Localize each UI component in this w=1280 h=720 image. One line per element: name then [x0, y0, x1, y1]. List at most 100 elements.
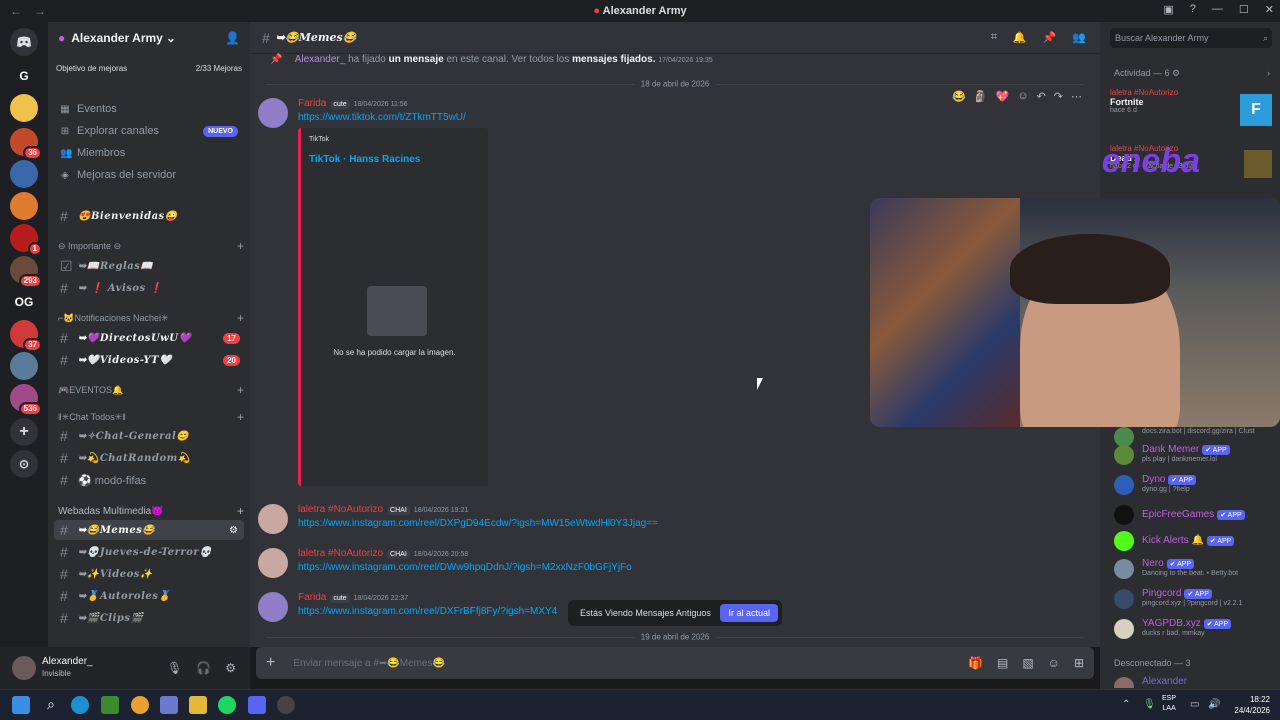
- avatar[interactable]: [258, 548, 288, 578]
- reaction-icon[interactable]: 💖: [996, 90, 1010, 103]
- file-explorer-icon[interactable]: [189, 696, 207, 714]
- avatar[interactable]: [258, 592, 288, 622]
- threads-icon[interactable]: ⌗: [991, 31, 997, 44]
- add-server-icon[interactable]: +: [10, 418, 38, 446]
- username[interactable]: laletra #NoAutorizo: [298, 548, 383, 559]
- server-icon[interactable]: [10, 94, 38, 122]
- username[interactable]: laletra #NoAutorizo: [298, 504, 383, 515]
- add-channel-icon[interactable]: +: [237, 311, 244, 325]
- username[interactable]: Farida: [298, 98, 326, 109]
- add-attachment-icon[interactable]: +: [266, 654, 275, 672]
- chrome-icon[interactable]: [131, 696, 149, 714]
- add-channel-icon[interactable]: +: [237, 410, 244, 424]
- server-g-icon[interactable]: G: [10, 62, 38, 90]
- help-icon[interactable]: ?: [1190, 3, 1196, 16]
- nav-item-browse-channels[interactable]: ⊞ Explorar canales NUEVO: [48, 120, 250, 142]
- category-chat-todos[interactable]: ǁ✳Chat Todos✳ǁ +: [58, 409, 244, 425]
- add-channel-icon[interactable]: +: [237, 383, 244, 397]
- pinned-user[interactable]: Alexander_: [295, 54, 346, 65]
- category-notificaciones[interactable]: ⌐🐱Notificaciones Nachei✳ +: [58, 310, 244, 326]
- add-reaction-icon[interactable]: ☺: [1017, 90, 1028, 103]
- clock[interactable]: 18:22 24/4/2026: [1226, 694, 1270, 716]
- minecraft-icon[interactable]: [101, 696, 119, 714]
- settings-gear-icon[interactable]: ⚙: [225, 661, 236, 675]
- server-icon[interactable]: [10, 192, 38, 220]
- search-input[interactable]: Buscar Alexander Army ⌕: [1110, 28, 1272, 48]
- minimize-icon[interactable]: —: [1212, 3, 1223, 16]
- close-icon[interactable]: ✕: [1265, 3, 1274, 16]
- headphones-icon[interactable]: 🎧: [196, 661, 211, 675]
- inbox-icon[interactable]: ▣: [1163, 3, 1173, 16]
- reaction-icon[interactable]: 🗿: [974, 90, 988, 103]
- discord-home-icon[interactable]: [10, 28, 38, 56]
- member-item[interactable]: Nero ✔ APP Dancing to the beat. • Betty.b…: [1114, 556, 1274, 582]
- language-indicator[interactable]: ESP LAA: [1162, 694, 1176, 714]
- windows-start-icon[interactable]: [12, 696, 30, 714]
- pinned-messages-link[interactable]: mensajes fijados.: [572, 54, 655, 65]
- chevron-right-icon[interactable]: ›: [1267, 68, 1270, 78]
- notification-bell-icon[interactable]: 🔔: [1013, 31, 1027, 44]
- chevron-up-icon[interactable]: ⌃: [1122, 699, 1130, 710]
- sticker-icon[interactable]: ▧: [1022, 656, 1033, 670]
- jump-to-present-button[interactable]: Ir al actual: [720, 604, 778, 622]
- more-options-icon[interactable]: ⋯: [1071, 90, 1082, 103]
- channel-directos[interactable]: # ➥💜DirectosUwU💜 17: [54, 328, 244, 348]
- pin-icon[interactable]: 📌: [1043, 31, 1057, 44]
- gif-icon[interactable]: ▤: [997, 656, 1008, 670]
- message-link[interactable]: https://www.instagram.com/reel/DWw9hpqDd…: [298, 562, 632, 573]
- member-item[interactable]: Kick Alerts 🔔 ✔ APP: [1114, 528, 1274, 554]
- emoji-icon[interactable]: ☺: [1048, 656, 1060, 670]
- member-item[interactable]: Dyno ✔ APP dyno.gg | ?help: [1114, 472, 1274, 498]
- channel-avisos[interactable]: # ➥ ❗ Avisos ❗: [54, 278, 244, 298]
- microphone-icon[interactable]: 🎙: [167, 661, 182, 675]
- category-webadas[interactable]: Webadas Multimedia😈 +: [58, 503, 244, 519]
- server-icon[interactable]: 37: [10, 320, 42, 352]
- reply-icon[interactable]: ↶: [1037, 90, 1046, 103]
- member-item[interactable]: Alexander: [1114, 674, 1274, 688]
- channel-jueves-terror[interactable]: # ➥💀Jueves-de-Terror💀: [54, 542, 244, 562]
- reaction-icon[interactable]: 😂: [952, 90, 966, 103]
- obs-icon[interactable]: [277, 696, 295, 714]
- add-channel-icon[interactable]: +: [237, 239, 244, 253]
- member-list-icon[interactable]: 👥: [1072, 31, 1086, 44]
- nav-item-events[interactable]: ▦ Eventos: [48, 98, 250, 120]
- category-importante[interactable]: ⊖ Importante ⊖ +: [58, 238, 244, 254]
- server-header[interactable]: ● Alexander Army ⌄ 👤: [48, 22, 250, 54]
- avatar[interactable]: [12, 656, 36, 680]
- explore-servers-icon[interactable]: ⊙: [10, 450, 38, 478]
- member-item[interactable]: YAGPDB.xyz ✔ APP ducks r bad, mmkay: [1114, 616, 1274, 642]
- server-icon[interactable]: 1: [10, 224, 42, 256]
- channel-memes[interactable]: # ➥😂Memes😂 ⚙: [54, 520, 244, 540]
- nav-item-server-boost[interactable]: ◈ Mejoras del servidor: [48, 164, 250, 186]
- username[interactable]: Farida: [298, 592, 326, 603]
- channel-autoroles[interactable]: # ➥🥇Autoroles🥇: [54, 586, 244, 606]
- server-og-icon[interactable]: OG: [10, 288, 38, 316]
- server-icon[interactable]: 293: [10, 256, 42, 288]
- gear-icon[interactable]: ⚙: [1172, 68, 1180, 78]
- channel-bienvenidas[interactable]: # 😍Bienvenidas😜: [54, 206, 244, 226]
- member-item[interactable]: Dank Memer ✔ APP pls play | dankmemer.lol: [1114, 442, 1274, 468]
- category-eventos[interactable]: 🎮EVENTOS🔔 +: [58, 382, 244, 398]
- gift-icon[interactable]: 🎁: [968, 656, 983, 670]
- server-icon[interactable]: 536: [10, 384, 42, 416]
- channel-chat-random[interactable]: # ➥💫ChatRandom💫: [54, 448, 244, 468]
- network-icon[interactable]: ▭: [1190, 699, 1199, 710]
- channel-chat-general[interactable]: # ➥✧Chat-General😊: [54, 426, 244, 446]
- search-icon[interactable]: ⌕: [42, 696, 60, 714]
- avatar[interactable]: [258, 504, 288, 534]
- channel-videos[interactable]: # ➥✨Videos✨: [54, 564, 244, 584]
- message-composer[interactable]: + Enviar mensaje a #➥😂Memes😂 🎁 ▤ ▧ ☺ ⊞: [256, 647, 1094, 679]
- apps-icon[interactable]: ⊞: [1074, 656, 1084, 670]
- forward-icon[interactable]: ↷: [1054, 90, 1063, 103]
- add-channel-icon[interactable]: +: [237, 504, 244, 518]
- message-link[interactable]: https://www.instagram.com/reel/DXFrBFfj8…: [298, 606, 557, 617]
- embed-title[interactable]: TikTok · Hanss Racines: [309, 154, 420, 165]
- boost-goal[interactable]: Objetivo de mejoras 2/33 Mejoras: [56, 60, 242, 76]
- edge-icon[interactable]: [71, 696, 89, 714]
- spotify-icon[interactable]: [218, 696, 236, 714]
- maximize-icon[interactable]: ☐: [1239, 3, 1249, 16]
- message-link[interactable]: https://www.tiktok.com/t/ZTkmTT5wU/: [298, 112, 466, 123]
- avatar[interactable]: [258, 98, 288, 128]
- member-item[interactable]: Pingcord ✔ APP pingcord.xyz | ?pingcord |…: [1114, 586, 1274, 612]
- add-user-icon[interactable]: 👤: [225, 31, 240, 45]
